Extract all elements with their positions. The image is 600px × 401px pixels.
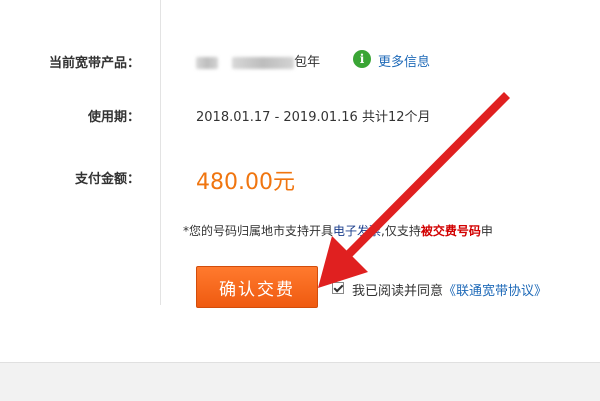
invoice-note: *您的号码归属地市支持开具电子发票,仅支持被交费号码申 [183,222,493,239]
agreement-link[interactable]: 《联通宽带协议》 [443,284,547,299]
agree-checkbox[interactable] [332,282,344,294]
payment-amount: 480.00元 [196,170,295,195]
product-value: 包年 [196,51,320,70]
agreement-text: 我已阅读并同意《联通宽带协议》 [352,280,547,299]
period-value: 2018.01.17 - 2019.01.16 共计12个月 [196,110,431,125]
note-middle: ,仅支持 [381,224,421,238]
label-divider [160,0,161,305]
redacted-text [232,56,295,69]
info-icon[interactable]: i [353,50,371,68]
more-info-link[interactable]: 更多信息 [378,51,430,70]
product-suffix: 包年 [294,55,321,70]
agreement-label: 我已阅读并同意 [352,284,444,299]
payment-panel: 当前宽带产品： 包年 i 更多信息 使用期： 2018.01.17 - 2019… [0,0,600,362]
confirm-payment-button[interactable]: 确认交费 [196,266,318,308]
product-label: 当前宽带产品： [48,56,140,71]
period-label: 使用期： [87,110,140,125]
e-invoice-link[interactable]: 电子发票 [333,224,381,238]
bottom-bar [0,362,600,401]
note-prefix: *您的号码归属地市支持开具 [183,224,334,238]
note-tail: 申 [480,224,493,238]
paid-number-text: 被交费号码 [420,224,481,238]
redacted-text [196,56,218,69]
payment-label: 支付金额： [74,172,140,187]
